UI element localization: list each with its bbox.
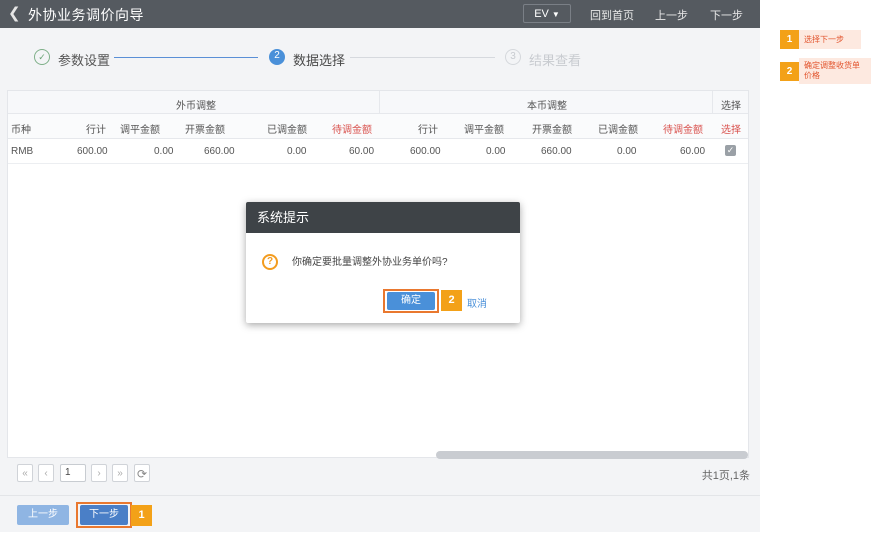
col-adjust-amount[interactable]: 调平金额 bbox=[120, 121, 160, 136]
confirm-dialog: 系统提示 ? 你确定要批量调整外协业务单价吗? 确定 2 取消 bbox=[246, 202, 520, 323]
page-number-input[interactable]: 1 bbox=[60, 464, 86, 482]
header-prev-link[interactable]: 上一步 bbox=[655, 7, 688, 23]
step-1-label: 参数设置 bbox=[58, 53, 111, 68]
refresh-icon[interactable]: ⟳ bbox=[134, 464, 150, 482]
chevron-left-icon[interactable]: ❮ bbox=[8, 4, 21, 22]
step-3-label: 结果查看 bbox=[529, 53, 582, 68]
cancel-button[interactable]: 取消 bbox=[467, 295, 487, 310]
col-local-adjust-amount[interactable]: 调平金额 bbox=[464, 121, 504, 136]
step-3-number: 3 bbox=[505, 49, 521, 65]
col-local-line-total[interactable]: 行计 bbox=[418, 121, 438, 136]
bottom-bar: 上一步 下一步 1 bbox=[0, 495, 760, 533]
cell-value: 600.00 bbox=[410, 146, 441, 157]
prev-step-button[interactable]: 上一步 bbox=[17, 505, 69, 525]
cell-currency: RMB bbox=[11, 146, 34, 157]
ev-dropdown[interactable]: EV ▼ bbox=[523, 4, 571, 23]
horizontal-scrollbar[interactable] bbox=[436, 451, 748, 459]
step-badge: 1 bbox=[131, 505, 152, 526]
ok-button[interactable]: 确定 bbox=[387, 292, 435, 310]
col-select[interactable]: 选择 bbox=[721, 121, 741, 136]
prev-page-button[interactable]: ‹ bbox=[38, 464, 54, 482]
step-connector bbox=[114, 57, 258, 58]
dialog-message: 你确定要批量调整外协业务单价吗? bbox=[292, 257, 448, 268]
divider bbox=[712, 91, 713, 113]
step-2-number: 2 bbox=[269, 49, 285, 65]
home-link[interactable]: 回到首页 bbox=[590, 7, 634, 23]
group-header-local: 本币调整 bbox=[527, 101, 567, 112]
divider bbox=[379, 91, 380, 113]
cell-value: 0.00 bbox=[617, 146, 637, 157]
question-icon: ? bbox=[262, 254, 278, 270]
dialog-title: 系统提示 bbox=[246, 202, 520, 233]
cell-value: 660.00 bbox=[204, 146, 235, 157]
top-bar: ❮ 外协业务调价向导 EV ▼ 回到首页 上一步 下一步 bbox=[0, 0, 760, 28]
caret-down-icon: ▼ bbox=[551, 10, 560, 19]
cell-value: 60.00 bbox=[349, 146, 375, 157]
step-2-label: 数据选择 bbox=[293, 53, 346, 68]
col-local-pending-amount[interactable]: 待调金额 bbox=[663, 121, 703, 136]
col-local-adjusted-amount[interactable]: 已调金额 bbox=[598, 121, 638, 136]
col-currency[interactable]: 币种 bbox=[11, 121, 31, 136]
cell-value: 600.00 bbox=[77, 146, 108, 157]
annotation-number: 1 bbox=[780, 30, 799, 49]
ok-badge: 2 bbox=[441, 290, 462, 311]
col-invoice-amount[interactable]: 开票金额 bbox=[185, 121, 225, 136]
table-group-header: 外币调整 本币调整 选择 bbox=[8, 91, 748, 114]
cell-value: 60.00 bbox=[680, 146, 706, 157]
col-local-invoice-amount[interactable]: 开票金额 bbox=[532, 121, 572, 136]
first-page-button[interactable]: « bbox=[17, 464, 33, 482]
last-page-button[interactable]: » bbox=[112, 464, 128, 482]
next-page-button[interactable]: › bbox=[91, 464, 107, 482]
cell-value: 0.00 bbox=[287, 146, 307, 157]
check-icon: ✓ bbox=[34, 49, 50, 65]
col-pending-amount[interactable]: 待调金额 bbox=[332, 121, 372, 136]
header-next-link[interactable]: 下一步 bbox=[710, 7, 743, 23]
wizard-steps: ✓ 参数设置 2 数据选择 3 结果查看 bbox=[0, 32, 760, 82]
row-checkbox[interactable]: ✓ bbox=[725, 145, 736, 156]
step-connector bbox=[350, 57, 495, 58]
cell-value: 0.00 bbox=[154, 146, 174, 157]
ev-label: EV bbox=[534, 8, 549, 20]
col-line-total[interactable]: 行计 bbox=[86, 121, 106, 136]
cell-value: 660.00 bbox=[541, 146, 572, 157]
annotation-text: 选择下一步 bbox=[799, 30, 861, 49]
pager-info: 共1页,1条 bbox=[701, 470, 750, 482]
table-row[interactable]: RMB 600.00 0.00 660.00 0.00 60.00 600.00… bbox=[8, 139, 748, 164]
table-column-header: 币种 行计 调平金额 开票金额 已调金额 待调金额 行计 调平金额 开票金额 已… bbox=[8, 114, 748, 139]
next-step-highlight bbox=[76, 502, 132, 528]
page-title: 外协业务调价向导 bbox=[28, 7, 144, 23]
cell-value: 0.00 bbox=[486, 146, 506, 157]
annotation-number: 2 bbox=[780, 62, 799, 81]
col-adjusted-amount[interactable]: 已调金额 bbox=[267, 121, 307, 136]
group-header-select: 选择 bbox=[721, 101, 741, 112]
group-header-foreign: 外币调整 bbox=[176, 101, 216, 112]
annotation-text: 确定调整收货单价格 bbox=[799, 58, 871, 84]
app-window: ❮ 外协业务调价向导 EV ▼ 回到首页 上一步 下一步 ✓ 参数设置 2 数据选… bbox=[0, 0, 760, 532]
